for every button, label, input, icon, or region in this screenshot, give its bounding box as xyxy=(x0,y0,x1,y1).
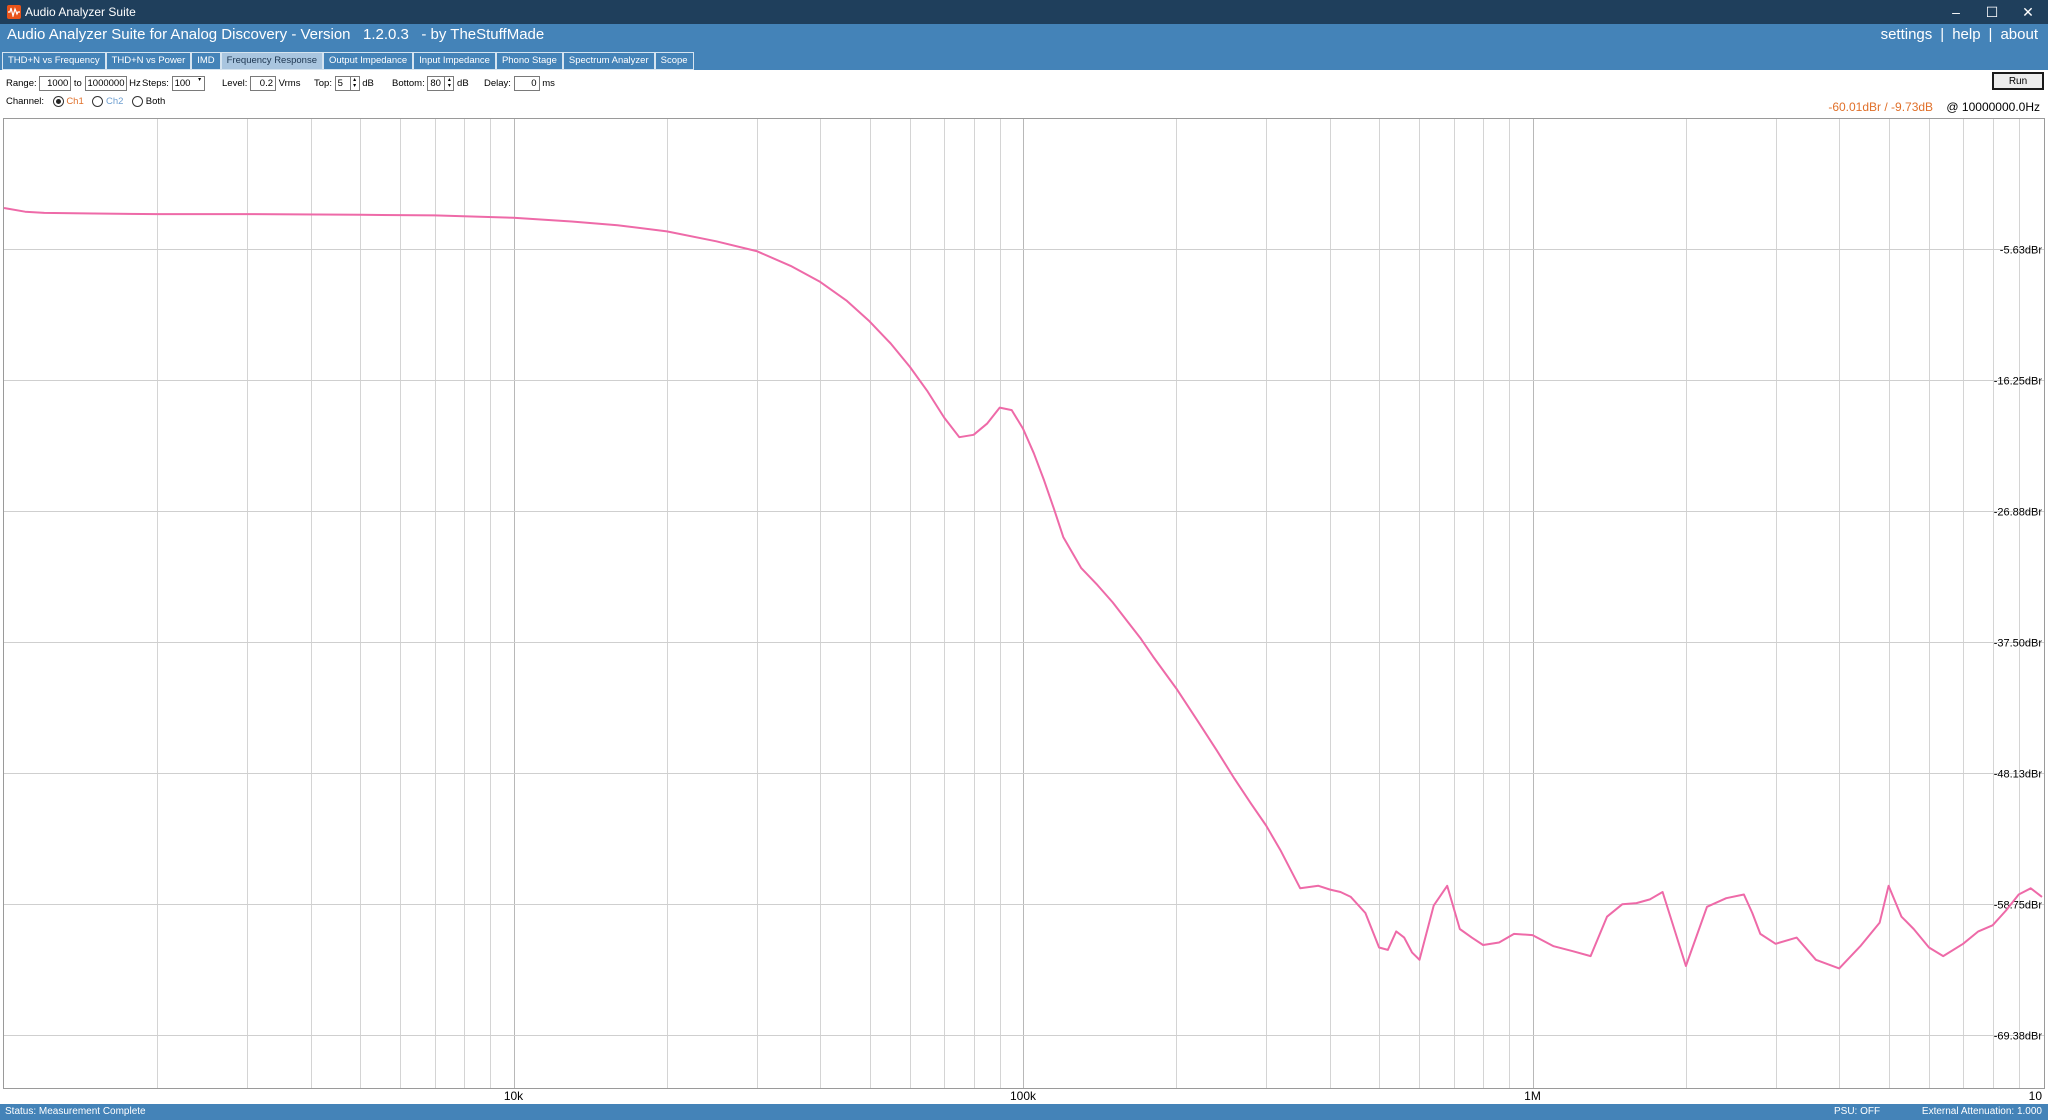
tab-spectrum-analyzer[interactable]: Spectrum Analyzer xyxy=(562,52,655,70)
tab-phono-stage[interactable]: Phono Stage xyxy=(495,52,563,70)
close-icon[interactable]: ✕ xyxy=(2008,2,2048,22)
bottom-input[interactable]: 80 xyxy=(427,76,446,91)
range-label: Range: xyxy=(6,78,37,90)
range-from-input[interactable]: 1000 xyxy=(39,76,72,91)
spinner-icon[interactable]: ▴ ▾ xyxy=(349,76,360,91)
window-titlebar: Audio Analyzer Suite – ☐ ✕ xyxy=(0,0,2048,24)
tab-scope[interactable]: Scope xyxy=(654,52,694,70)
spinner-icon[interactable]: ▴ ▾ xyxy=(444,76,455,91)
y-tick-label: -16.25dBr xyxy=(1994,376,2043,388)
tab-imd[interactable]: IMD xyxy=(191,52,221,70)
x-tick-label: 10k xyxy=(504,1089,524,1103)
help-link[interactable]: help xyxy=(1952,26,1980,43)
frequency-response-plot[interactable]: -5.63dBr -16.25dBr -26.88dBr -37.50dBr -48.1… xyxy=(3,118,2045,1104)
minimize-icon[interactable]: – xyxy=(1936,2,1976,22)
ch1-radio[interactable] xyxy=(52,96,64,107)
bottom-group: Bottom: 80 ▴ ▾ dB xyxy=(392,76,469,91)
delay-label: Delay: xyxy=(484,78,511,90)
window-title: Audio Analyzer Suite xyxy=(25,5,136,19)
delay-input[interactable]: 0 xyxy=(513,76,540,91)
hz-label: Hz xyxy=(129,78,141,90)
both-radio[interactable] xyxy=(132,96,144,107)
app-title: Audio Analyzer Suite for Analog Discover… xyxy=(7,26,545,43)
bottom-db-label: dB xyxy=(457,78,469,90)
tab-thd-vs-frequency[interactable]: THD+N vs Frequency xyxy=(2,52,106,70)
x-tick-label: 10 xyxy=(2029,1089,2043,1103)
level-input[interactable]: 0.2 xyxy=(250,76,276,91)
y-tick-label: -26.88dBr xyxy=(1994,507,2043,519)
channel-label: Channel: xyxy=(6,96,45,108)
y-tick-label: -48.13dBr xyxy=(1994,769,2043,781)
external-attenuation: External Attenuation: 1.000 xyxy=(1921,1106,2042,1117)
top-links: settings | help | about xyxy=(1881,26,2038,43)
app-logo-icon xyxy=(7,5,21,19)
steps-group: Steps: 100 ▾ xyxy=(142,76,205,91)
ms-label: ms xyxy=(542,78,555,90)
vrms-label: Vrms xyxy=(278,78,301,90)
both-label[interactable]: Both xyxy=(146,96,166,107)
link-separator: | xyxy=(1940,26,1945,43)
tab-input-impedance[interactable]: Input Impedance xyxy=(413,52,496,70)
tab-frequency-response[interactable]: Frequency Response xyxy=(220,52,323,70)
controls-panel: Range: 1000 to 1000000 Hz Steps: 100 ▾ Le… xyxy=(0,72,2048,118)
about-link[interactable]: about xyxy=(2000,26,2038,43)
ch2-radio[interactable] xyxy=(92,96,104,107)
x-tick-label: 100k xyxy=(1010,1089,1037,1103)
chevron-down-icon[interactable]: ▾ xyxy=(195,76,205,91)
maximize-icon[interactable]: ☐ xyxy=(1972,2,2012,22)
psu-status: PSU: OFF xyxy=(1834,1106,1881,1117)
run-button[interactable]: Run xyxy=(1992,72,2044,90)
top-input[interactable]: 5 xyxy=(334,76,351,91)
range-group: Range: 1000 to 1000000 Hz xyxy=(6,76,141,91)
ch2-label[interactable]: Ch2 xyxy=(106,96,123,107)
top-group: Top: 5 ▴ ▾ dB xyxy=(314,76,374,91)
range-to-input[interactable]: 1000000 xyxy=(84,76,127,91)
y-tick-label: -37.50dBr xyxy=(1994,638,2043,650)
top-label: Top: xyxy=(314,78,332,90)
plot-canvas[interactable]: -5.63dBr -16.25dBr -26.88dBr -37.50dBr -48.1… xyxy=(3,118,2045,1104)
y-tick-label: -5.63dBr xyxy=(2000,245,2043,257)
ch1-label[interactable]: Ch1 xyxy=(66,96,83,107)
to-label: to xyxy=(73,78,82,90)
readout-frequency: @ 10000000.0Hz xyxy=(1946,100,2040,114)
link-separator: | xyxy=(1988,26,1993,43)
level-group: Level: 0.2 Vrms xyxy=(222,76,300,91)
status-bar: Status: Measurement Complete PSU: OFF Ex… xyxy=(0,1104,2048,1120)
y-tick-label: -58.75dBr xyxy=(1994,900,2043,912)
tab-output-impedance[interactable]: Output Impedance xyxy=(322,52,414,70)
cursor-readout: -60.01dBr / -9.73dB @ 10000000.0Hz xyxy=(1828,100,2040,114)
tab-strip: THD+N vs Frequency THD+N vs Power IMD Fr… xyxy=(2,52,694,70)
top-db-label: dB xyxy=(362,78,374,90)
app-header: Audio Analyzer Suite for Analog Discover… xyxy=(0,24,2048,70)
steps-label: Steps: xyxy=(142,78,169,90)
steps-select[interactable]: 100 xyxy=(171,76,197,91)
y-tick-label: -69.38dBr xyxy=(1994,1031,2043,1043)
x-tick-label: 1M xyxy=(1524,1089,1541,1103)
channel-selector: Channel: Ch1 Ch2 Both xyxy=(6,96,165,107)
status-text: Status: Measurement Complete xyxy=(5,1106,146,1117)
delay-group: Delay: 0 ms xyxy=(484,76,555,91)
settings-link[interactable]: settings xyxy=(1881,26,1933,43)
bottom-label: Bottom: xyxy=(392,78,425,90)
readout-values: -60.01dBr / -9.73dB xyxy=(1828,100,1934,114)
level-label: Level: xyxy=(222,78,248,90)
tab-thd-vs-power[interactable]: THD+N vs Power xyxy=(105,52,192,70)
